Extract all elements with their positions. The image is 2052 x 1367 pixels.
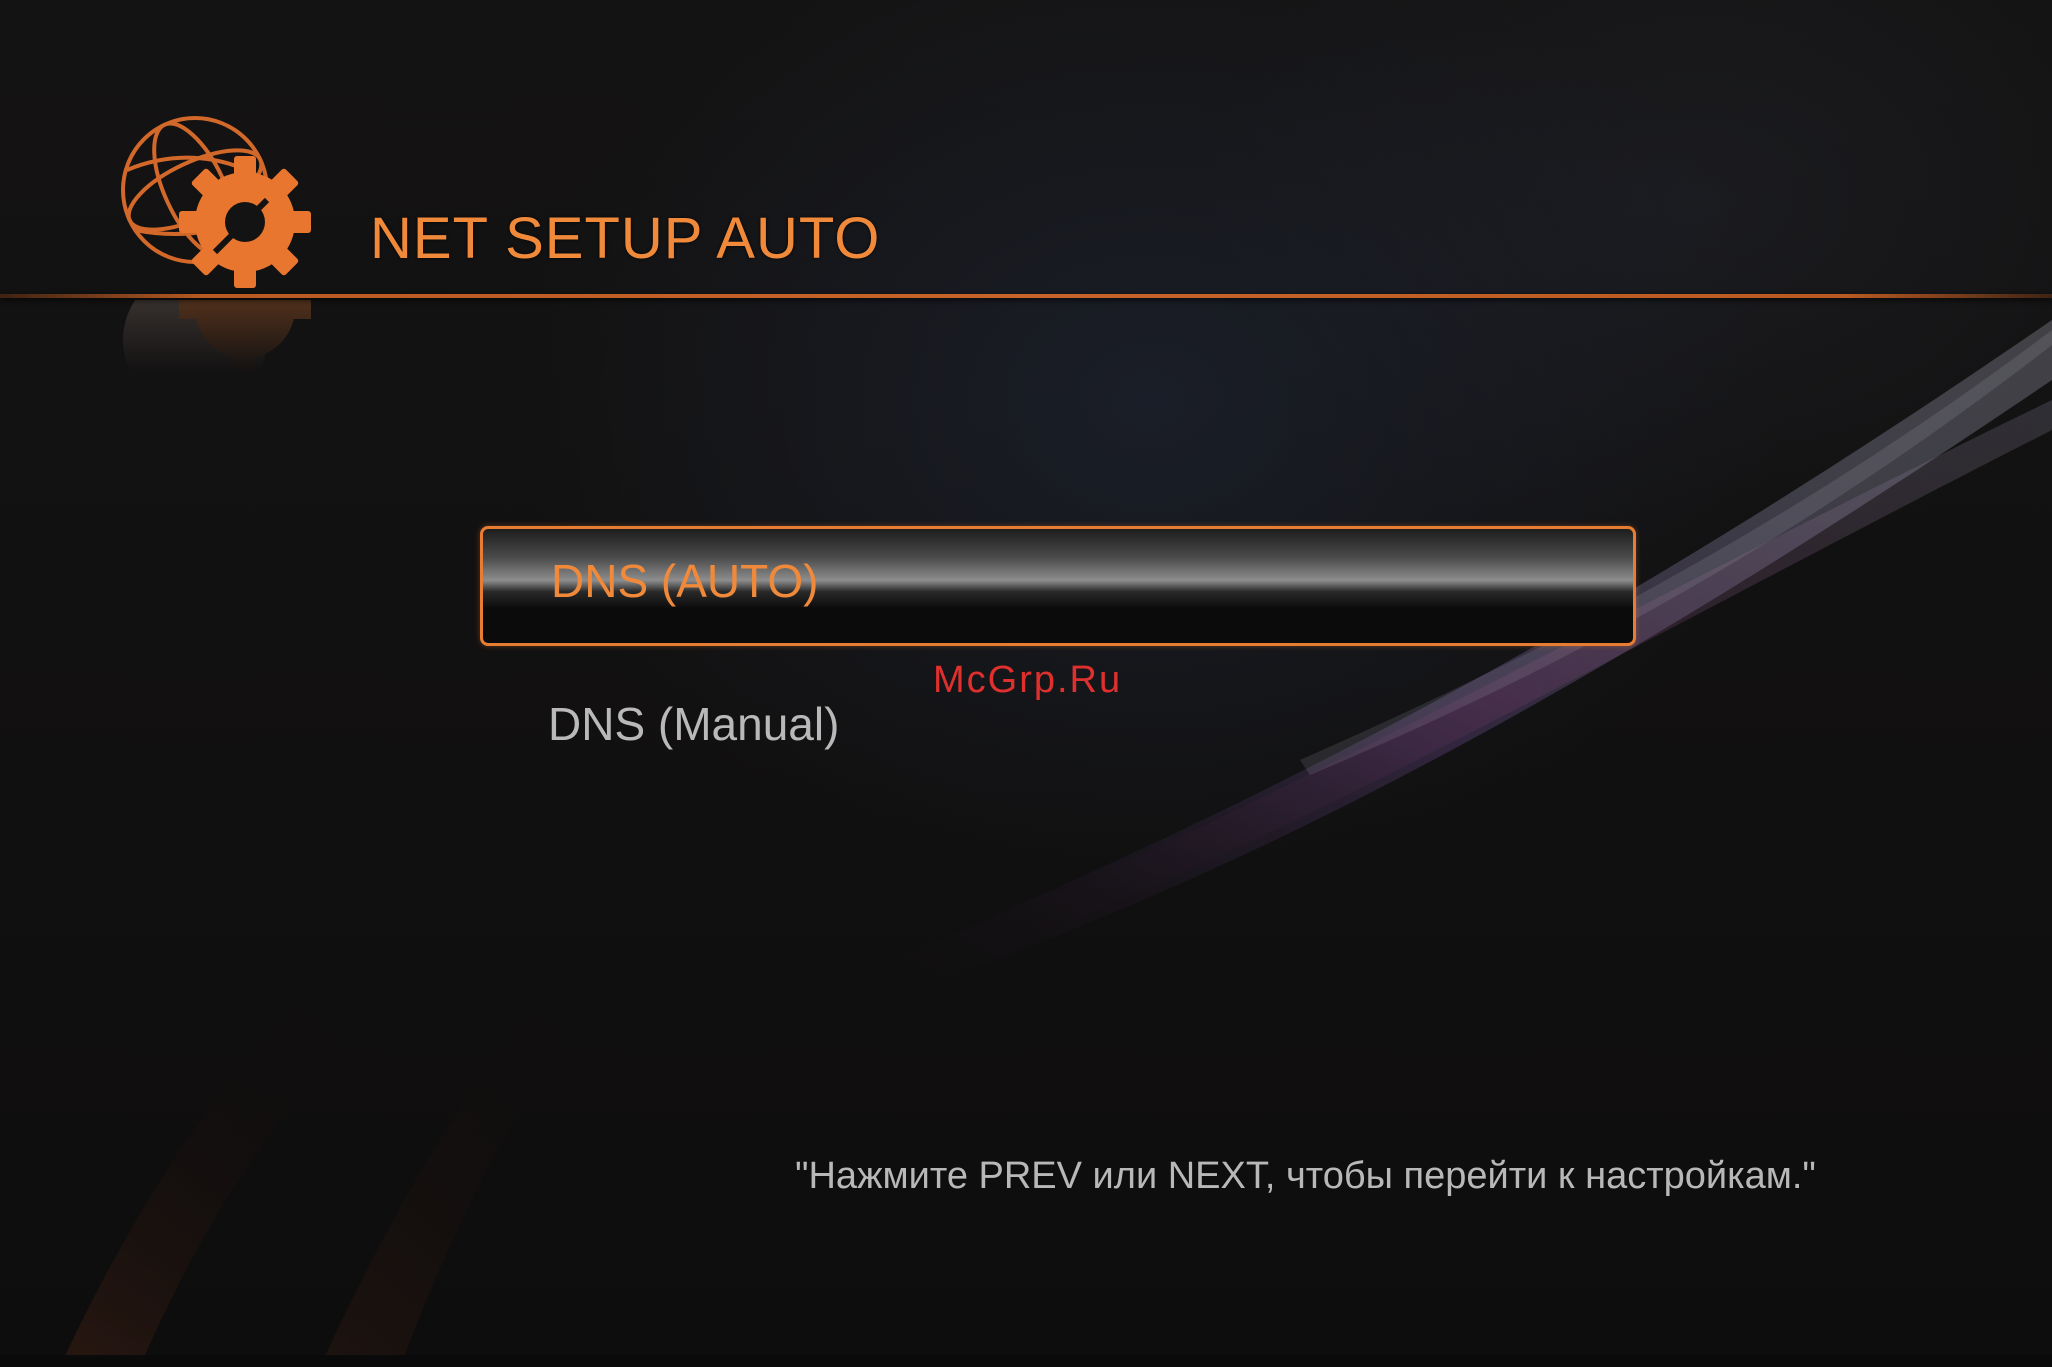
menu-item-dns-auto[interactable]: DNS (AUTO) [480, 526, 1636, 646]
navigation-hint: "Нажмите PREV или NEXT, чтобы перейти к … [795, 1155, 1816, 1197]
watermark: McGrp.Ru [933, 659, 1123, 701]
title-divider [0, 294, 2052, 298]
page-title: NET SETUP AUTO [370, 206, 881, 271]
logo-reflection [115, 300, 315, 420]
menu-item-label: DNS (Manual) [548, 698, 840, 750]
globe-gear-icon [121, 116, 311, 288]
dns-menu: DNS (AUTO) DNS (Manual) [480, 526, 1636, 756]
menu-item-label: DNS (AUTO) [551, 555, 819, 607]
bottom-edge [0, 1355, 2052, 1367]
net-setup-screen: NET SETUP AUTO DNS (AUTO) DNS (Manual) M… [0, 0, 2052, 1367]
